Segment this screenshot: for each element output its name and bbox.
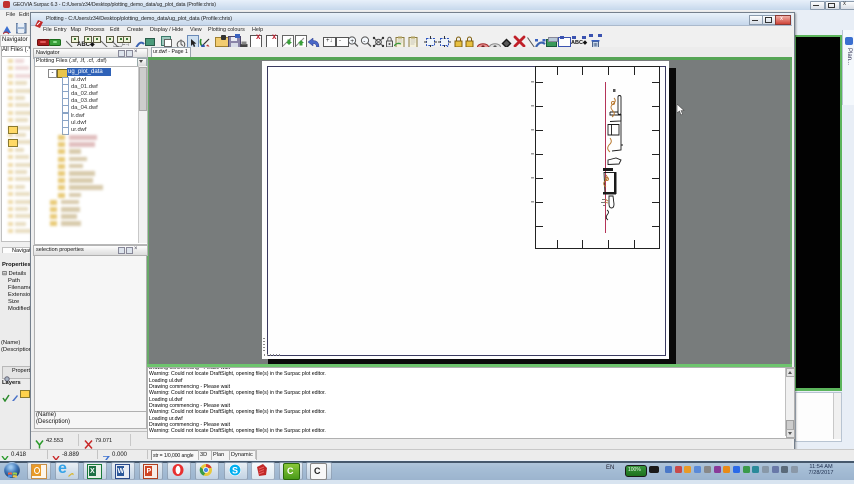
svg-text:+: + bbox=[350, 38, 354, 45]
svg-text:-: - bbox=[363, 38, 365, 45]
svg-text:S: S bbox=[232, 466, 238, 476]
